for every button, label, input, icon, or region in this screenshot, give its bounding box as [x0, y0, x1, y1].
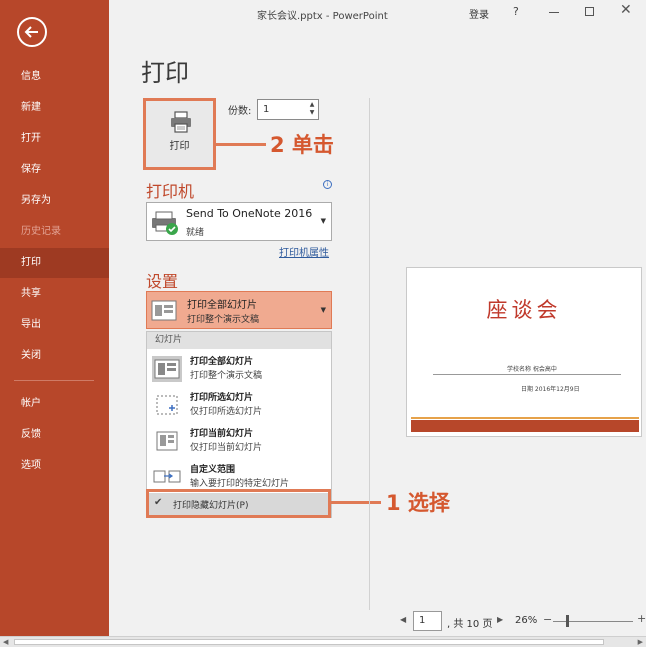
slides-range-dropdown[interactable]: 打印全部幻灯片 打印整个演示文稿 ▼: [146, 291, 332, 329]
current-slide-icon: [152, 428, 182, 454]
page-total: , 共 10 页: [447, 619, 493, 630]
maximize-icon[interactable]: [585, 7, 594, 16]
info-icon[interactable]: i: [323, 180, 332, 189]
spinner-arrows-icon[interactable]: ▲ ▼: [308, 101, 316, 117]
printer-properties-link[interactable]: 打印机属性: [279, 244, 329, 259]
slide-accent-band: [411, 417, 639, 419]
menu-option-selected-slides[interactable]: 打印所选幻灯片 仅打印所选幻灯片: [147, 387, 331, 423]
print-button[interactable]: 打印: [143, 98, 216, 170]
chevron-down-icon: ▼: [320, 306, 326, 314]
scrollbar-thumb[interactable]: [14, 639, 604, 645]
all-slides-icon: [152, 356, 182, 382]
annotation-pointer-line: [331, 501, 381, 504]
zoom-slider[interactable]: [553, 621, 633, 622]
zoom-in-icon[interactable]: +: [637, 612, 646, 625]
highlight-frame: [146, 489, 331, 518]
copies-value: 1: [263, 104, 270, 115]
option-desc: 仅打印当前幻灯片: [190, 443, 263, 453]
sidebar-item-feedback[interactable]: 反馈: [0, 420, 109, 450]
prev-page-icon[interactable]: ◀: [400, 615, 406, 624]
slides-range-desc: 打印整个演示文稿: [187, 315, 260, 325]
sidebar-item-save-as[interactable]: 另存为: [0, 186, 109, 216]
sidebar-divider: [14, 380, 94, 381]
sidebar-item-save[interactable]: 保存: [0, 155, 109, 185]
printer-name: Send To OneNote 2016: [186, 207, 313, 220]
slide-footer-band: [411, 420, 639, 432]
window-title: 家长会议.pptx - PowerPoint: [257, 11, 388, 22]
settings-heading: 设置: [146, 272, 179, 291]
selected-slides-icon: [152, 392, 182, 418]
minimize-icon[interactable]: [549, 12, 559, 13]
option-desc: 仅打印所选幻灯片: [190, 407, 263, 417]
sign-in-link[interactable]: 登录: [469, 6, 489, 21]
help-button[interactable]: ?: [513, 5, 519, 18]
option-title: 自定义范围: [190, 465, 236, 475]
sidebar-item-info[interactable]: 信息: [0, 62, 109, 92]
page-title: 打印: [141, 59, 189, 87]
back-arrow-icon[interactable]: [17, 17, 47, 47]
copies-label: 份数:: [228, 106, 252, 117]
scroll-left-icon[interactable]: ◀: [3, 638, 8, 646]
printer-device-icon: [150, 210, 180, 239]
sidebar-item-history: 历史记录: [21, 226, 61, 237]
slide-subtitle-date: 日期 2016年12月9日: [521, 386, 580, 393]
printer-heading: 打印机: [146, 182, 195, 201]
option-title: 打印当前幻灯片: [190, 429, 254, 439]
menu-section-header: 幻灯片: [147, 332, 331, 349]
annotation-pointer-line: [216, 143, 266, 146]
sidebar-item-export[interactable]: 导出: [0, 310, 109, 340]
zoom-out-icon[interactable]: −: [543, 613, 552, 626]
custom-range-icon: [152, 464, 182, 490]
option-desc: 打印整个演示文稿: [190, 371, 263, 381]
zoom-slider-thumb[interactable]: [566, 615, 569, 627]
sidebar-item-close[interactable]: 关闭: [0, 341, 109, 371]
scroll-right-icon[interactable]: ▶: [638, 638, 643, 646]
horizontal-scrollbar[interactable]: ◀ ▶: [0, 636, 646, 647]
option-title: 打印所选幻灯片: [190, 393, 254, 403]
menu-option-all-slides[interactable]: 打印全部幻灯片 打印整个演示文稿: [147, 351, 331, 387]
sidebar-item-new[interactable]: 新建: [0, 93, 109, 123]
printer-icon: [171, 111, 191, 133]
print-button-label: 打印: [169, 141, 190, 152]
slides-range-title: 打印全部幻灯片: [187, 300, 257, 311]
printer-dropdown[interactable]: Send To OneNote 2016 就绪 ▼: [146, 202, 332, 241]
slide-divider: [433, 374, 621, 375]
menu-option-current-slide[interactable]: 打印当前幻灯片 仅打印当前幻灯片: [147, 423, 331, 459]
slide-subtitle-school: 学校名称 祝会高中: [507, 366, 557, 373]
all-slides-icon: [151, 300, 179, 325]
sidebar-item-open[interactable]: 打开: [0, 124, 109, 154]
slide-title: 座谈会: [486, 298, 562, 322]
preview-divider: [369, 98, 370, 610]
annotation-step-1: 1 选择: [386, 491, 450, 515]
sidebar-item-account[interactable]: 帐户: [0, 389, 109, 419]
annotation-step-2: 2 单击: [270, 133, 334, 157]
close-icon[interactable]: ✕: [620, 2, 632, 18]
zoom-level[interactable]: 26%: [515, 615, 537, 626]
printer-status: 就绪: [186, 228, 205, 238]
chevron-down-icon: ▼: [320, 217, 326, 225]
copies-stepper[interactable]: 1 ▲ ▼: [257, 99, 319, 120]
slide-preview: 座谈会 学校名称 祝会高中 日期 2016年12月9日: [406, 267, 642, 437]
sidebar-item-options[interactable]: 选项: [0, 451, 109, 481]
option-title: 打印全部幻灯片: [190, 357, 254, 367]
next-page-icon[interactable]: ▶: [497, 615, 503, 624]
page-number-input[interactable]: 1: [413, 611, 442, 631]
backstage-sidebar: 信息 新建 打开 保存 另存为 历史记录 打印 共享 导出 关闭 帐户 反馈 选…: [0, 0, 109, 636]
sidebar-item-print[interactable]: 打印: [0, 248, 109, 278]
sidebar-item-share[interactable]: 共享: [0, 279, 109, 309]
option-desc: 输入要打印的特定幻灯片: [190, 479, 290, 489]
title-bar: 家长会议.pptx - PowerPoint 登录 ? ✕: [109, 0, 646, 28]
